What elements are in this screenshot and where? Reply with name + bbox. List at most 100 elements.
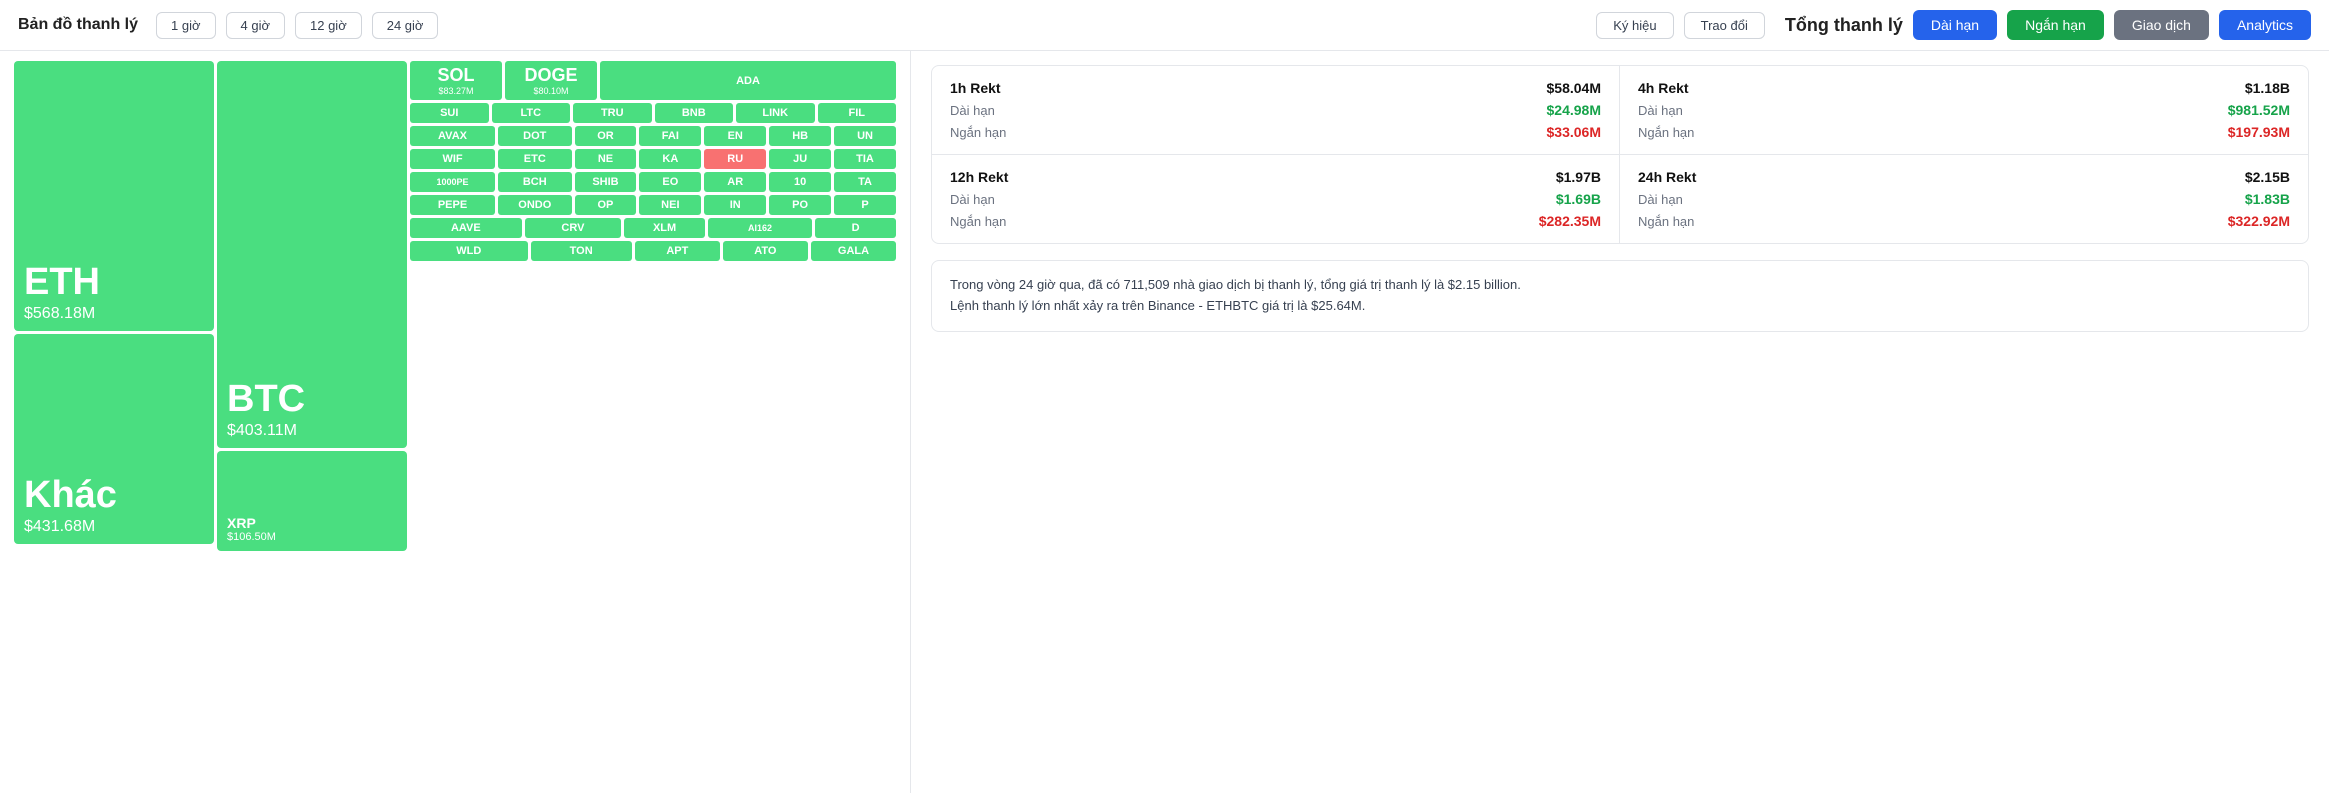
4h-dai-han-value: $981.52M	[2228, 102, 2290, 118]
treemap-doge-cell[interactable]: DOGE $80.10M	[505, 61, 597, 100]
12h-dai-han-label: Dài hạn	[950, 192, 995, 207]
treemap-bch-cell[interactable]: BCH	[498, 172, 571, 192]
treemap-hb-cell[interactable]: HB	[769, 126, 831, 146]
treemap-un-cell[interactable]: UN	[834, 126, 896, 146]
1h-total: $58.04M	[1547, 80, 1601, 96]
treemap-row-7: AAVE CRV XLM AI162 D	[410, 218, 896, 238]
4h-dai-han-label: Dài hạn	[1638, 103, 1683, 118]
treemap-dot-cell[interactable]: DOT	[498, 126, 571, 146]
treemap-1000pe-cell[interactable]: 1000PE	[410, 172, 495, 192]
eth-label: ETH	[24, 263, 100, 301]
ngan-han-button[interactable]: Ngắn hạn	[2007, 10, 2104, 40]
treemap-ta-cell[interactable]: TA	[834, 172, 896, 192]
treemap-eth-cell[interactable]: ETH $568.18M	[14, 61, 214, 331]
treemap-ai162-cell[interactable]: AI162	[708, 218, 812, 238]
info-box: Trong vòng 24 giờ qua, đã có 711,509 nhà…	[931, 260, 2309, 332]
treemap-wld-cell[interactable]: WLD	[410, 241, 528, 261]
treemap-xlm-cell[interactable]: XLM	[624, 218, 705, 238]
24h-dai-han-label: Dài hạn	[1638, 192, 1683, 207]
treemap-ju-cell[interactable]: JU	[769, 149, 831, 169]
treemap-aave-cell[interactable]: AAVE	[410, 218, 522, 238]
xrp-value: $106.50M	[227, 531, 276, 543]
treemap-btc-cell[interactable]: BTC $403.11M	[217, 61, 407, 448]
24h-title: 24h Rekt	[1638, 169, 1696, 185]
dai-han-button[interactable]: Dài hạn	[1913, 10, 1997, 40]
xrp-label: XRP	[227, 515, 256, 531]
time-1h-button[interactable]: 1 giờ	[156, 12, 216, 39]
main-content: ETH $568.18M Khác $431.68M BTC $403.11M …	[0, 51, 2329, 793]
page-title: Bản đồ thanh lý	[18, 16, 138, 34]
treemap-wif-cell[interactable]: WIF	[410, 149, 495, 169]
treemap-sol-cell[interactable]: SOL $83.27M	[410, 61, 502, 100]
treemap-10-cell[interactable]: 10	[769, 172, 831, 192]
treemap-crv-cell[interactable]: CRV	[525, 218, 621, 238]
treemap-ru-cell[interactable]: RU	[704, 149, 766, 169]
treemap-tia-cell[interactable]: TIA	[834, 149, 896, 169]
treemap-bnb-cell[interactable]: BNB	[655, 103, 734, 123]
treemap-etc-cell[interactable]: ETC	[498, 149, 571, 169]
treemap: ETH $568.18M Khác $431.68M BTC $403.11M …	[14, 61, 896, 551]
treemap-or-cell[interactable]: OR	[575, 126, 637, 146]
btc-value: $403.11M	[227, 422, 297, 440]
eth-value: $568.18M	[24, 305, 95, 323]
treemap-fil-cell[interactable]: FIL	[818, 103, 897, 123]
analytics-button[interactable]: Analytics	[2219, 10, 2311, 40]
treemap-left-col: ETH $568.18M Khác $431.68M	[14, 61, 214, 551]
treemap-xrp-cell[interactable]: XRP $106.50M	[217, 451, 407, 551]
treemap-avax-cell[interactable]: AVAX	[410, 126, 495, 146]
time-4h-button[interactable]: 4 giờ	[226, 12, 286, 39]
time-24h-button[interactable]: 24 giờ	[372, 12, 439, 39]
exchange-toggle-button[interactable]: Trao đổi	[1684, 12, 1765, 39]
giao-dich-button[interactable]: Giao dịch	[2114, 10, 2209, 40]
top-bar: Bản đồ thanh lý 1 giờ 4 giờ 12 giờ 24 gi…	[0, 0, 2329, 51]
treemap-sui-cell[interactable]: SUI	[410, 103, 489, 123]
12h-ngan-han-value: $282.35M	[1539, 213, 1601, 229]
treemap-ar-cell[interactable]: AR	[704, 172, 766, 192]
treemap-ne-cell[interactable]: NE	[575, 149, 637, 169]
treemap-tru-cell[interactable]: TRU	[573, 103, 652, 123]
treemap-row-4: WIF ETC NE KA RU JU TIA	[410, 149, 896, 169]
treemap-in-cell[interactable]: IN	[704, 195, 766, 215]
treemap-row-5: 1000PE BCH SHIB EO AR 10 TA	[410, 172, 896, 192]
symbol-toggle-button[interactable]: Ký hiệu	[1596, 12, 1673, 39]
treemap-pepe-cell[interactable]: PEPE	[410, 195, 495, 215]
time-12h-button[interactable]: 12 giờ	[295, 12, 362, 39]
treemap-ato-cell[interactable]: ATO	[723, 241, 808, 261]
treemap-p-cell[interactable]: P	[834, 195, 896, 215]
treemap-apt-cell[interactable]: APT	[635, 241, 720, 261]
treemap-right-col: SOL $83.27M DOGE $80.10M ADA SUI LTC TR	[410, 61, 896, 551]
treemap-container: ETH $568.18M Khác $431.68M BTC $403.11M …	[0, 51, 910, 793]
stats-top-grid: 1h Rekt $58.04M Dài hạn $24.98M Ngắn hạn…	[931, 65, 2309, 244]
treemap-ka-cell[interactable]: KA	[639, 149, 701, 169]
stats-container: 1h Rekt $58.04M Dài hạn $24.98M Ngắn hạn…	[910, 51, 2329, 793]
treemap-d-cell[interactable]: D	[815, 218, 896, 238]
sol-label: SOL	[437, 65, 474, 86]
treemap-op-cell[interactable]: OP	[575, 195, 637, 215]
4h-total: $1.18B	[2245, 80, 2290, 96]
24h-total: $2.15B	[2245, 169, 2290, 185]
treemap-nei-cell[interactable]: NEI	[639, 195, 701, 215]
treemap-link-cell[interactable]: LINK	[736, 103, 815, 123]
btc-label: BTC	[227, 380, 305, 418]
treemap-ltc-cell[interactable]: LTC	[492, 103, 571, 123]
section-title: Tổng thanh lý	[1785, 15, 1903, 36]
treemap-en-cell[interactable]: EN	[704, 126, 766, 146]
treemap-fai-cell[interactable]: FAI	[639, 126, 701, 146]
treemap-shib-cell[interactable]: SHIB	[575, 172, 637, 192]
treemap-row-8: WLD TON APT ATO GALA	[410, 241, 896, 261]
24h-ngan-han-value: $322.92M	[2228, 213, 2290, 229]
treemap-ton-cell[interactable]: TON	[531, 241, 632, 261]
sol-value: $83.27M	[438, 86, 473, 96]
1h-ngan-han-value: $33.06M	[1547, 124, 1601, 140]
treemap-ada-cell[interactable]: ADA	[600, 61, 896, 100]
treemap-row-3: AVAX DOT OR FAI EN HB UN	[410, 126, 896, 146]
treemap-khac-cell[interactable]: Khác $431.68M	[14, 334, 214, 545]
treemap-po-cell[interactable]: PO	[769, 195, 831, 215]
24h-ngan-han-label: Ngắn hạn	[1638, 214, 1694, 229]
treemap-ondo-cell[interactable]: ONDO	[498, 195, 571, 215]
12h-title: 12h Rekt	[950, 169, 1008, 185]
12h-total: $1.97B	[1556, 169, 1601, 185]
doge-label: DOGE	[524, 65, 577, 86]
treemap-gala-cell[interactable]: GALA	[811, 241, 896, 261]
treemap-eo-cell[interactable]: EO	[639, 172, 701, 192]
